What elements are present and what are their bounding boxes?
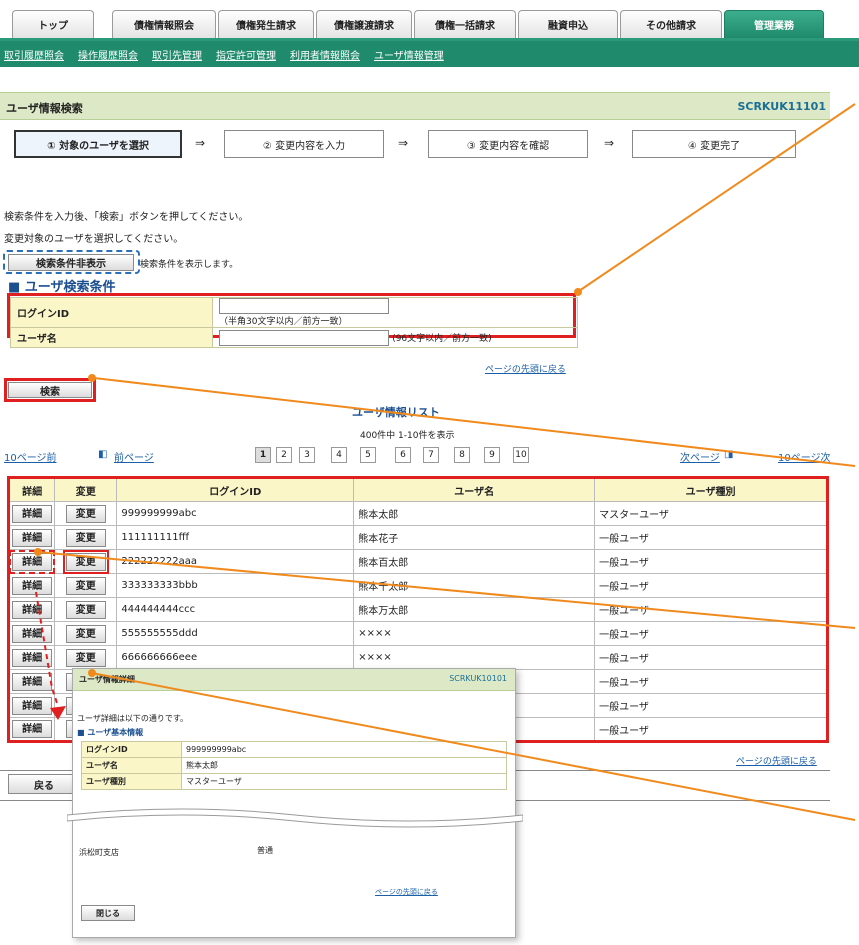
popup-link-arrowhead — [50, 706, 66, 720]
callout-line-conditions — [575, 103, 856, 294]
callout-line-change — [91, 672, 856, 821]
callout-lines — [34, 103, 856, 821]
callout-line-detail — [37, 551, 856, 629]
callout-dot-change — [88, 669, 96, 677]
callout-line-search — [93, 377, 856, 467]
callout-dot-conditions — [574, 288, 582, 296]
popup-link-arrow — [35, 591, 59, 707]
callout-dot-search — [88, 374, 96, 382]
callout-dot-detail — [34, 548, 42, 556]
